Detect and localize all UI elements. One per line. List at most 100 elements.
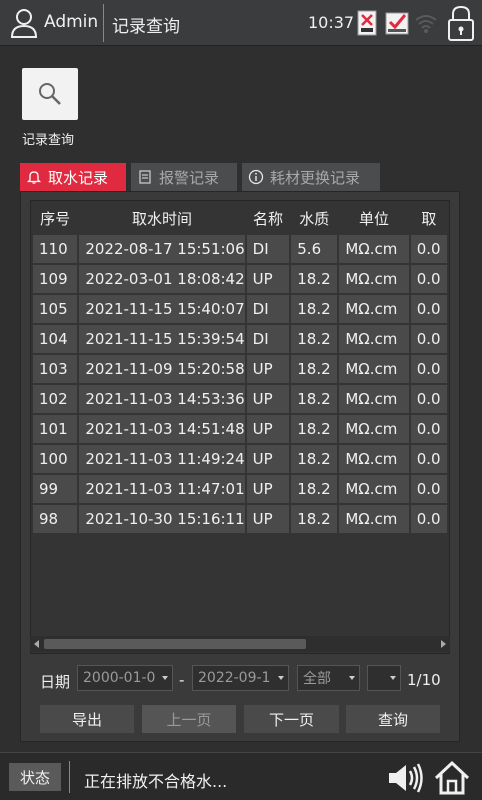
table-cell: MΩ.cm [339,505,409,533]
table-cell: 2022-08-17 15:51:06 [79,235,245,263]
end-date-value: 2022-09-1 [198,670,271,686]
user-name[interactable]: Admin [44,12,98,32]
tab-water-records[interactable]: 取水记录 [20,163,126,191]
scroll-left-icon[interactable] [34,640,39,648]
lock-icon[interactable] [446,4,476,42]
user-icon[interactable] [10,8,38,38]
chevron-down-icon [349,676,355,680]
chevron-down-icon [162,676,168,680]
table-cell: MΩ.cm [339,235,409,263]
table-cell: UP [246,265,290,293]
tab-label: 取水记录 [48,168,109,187]
start-date-value: 2000-01-0 [83,670,156,686]
table-cell: MΩ.cm [339,325,409,353]
table-row[interactable]: 99 2021-11-03 11:47:01 UP 18.2 MΩ.cm 0.0 [33,475,447,503]
table-cell: DI [246,295,290,323]
end-date-select[interactable]: 2022-09-1 [192,665,289,691]
search-icon [39,83,61,105]
status-bar: 状态 正在排放不合格水... [0,752,482,800]
column-header-name[interactable]: 名称 [246,203,290,233]
table-cell: 18.2 [291,475,338,503]
clock: 10:37 [308,13,355,32]
table-cell: 0.0 [410,415,447,443]
column-header-time[interactable]: 取水时间 [79,203,245,233]
table-cell: UP [246,385,290,413]
tab-label: 报警记录 [159,168,220,187]
record-query-label: 记录查询 [22,133,75,148]
table-cell: 100 [33,445,78,473]
table-cell: 104 [33,325,78,353]
prev-page-button[interactable]: 上一页 [141,704,237,734]
table-cell: MΩ.cm [339,385,409,413]
table-row[interactable]: 98 2021-10-30 15:16:11 UP 18.2 MΩ.cm 0.0 [33,505,447,533]
scrollbar-thumb[interactable] [44,639,306,649]
table-cell: UP [246,445,290,473]
info-icon [248,169,264,185]
type-select[interactable]: 全部 [297,665,360,691]
table-cell: 109 [33,265,78,293]
table-cell: MΩ.cm [339,265,409,293]
table-row[interactable]: 103 2021-11-09 15:20:58 UP 18.2 MΩ.cm 0.0 [33,355,447,383]
table-cell: 101 [33,415,78,443]
table-row[interactable]: 104 2021-11-15 15:39:54 DI 18.2 MΩ.cm 0.0 [33,325,447,353]
column-header-quality[interactable]: 水质 [291,203,338,233]
scroll-right-icon[interactable] [441,640,446,648]
table-cell: DI [246,235,290,263]
table-row[interactable]: 105 2021-11-15 15:40:07 DI 18.2 MΩ.cm 0.0 [33,295,447,323]
table-cell: UP [246,355,290,383]
table-cell: 2021-11-15 15:40:07 [79,295,245,323]
table-cell: 98 [33,505,78,533]
table-cell: 2021-11-03 11:47:01 [79,475,245,503]
table-row[interactable]: 109 2022-03-01 18:08:42 UP 18.2 MΩ.cm 0.0 [33,265,447,293]
table-cell: 18.2 [291,295,338,323]
divider [103,4,104,42]
tab-alarm-records[interactable]: 报警记录 [131,163,237,191]
record-query-button[interactable] [22,68,78,120]
type-value: 全部 [303,671,331,687]
start-date-select[interactable]: 2000-01-0 [77,665,173,691]
export-button[interactable]: 导出 [39,704,135,734]
table-row[interactable]: 110 2022-08-17 15:51:06 DI 5.6 MΩ.cm 0.0 [33,235,447,263]
table-cell: UP [246,475,290,503]
table-cell: DI [246,325,290,353]
table-row[interactable]: 102 2021-11-03 14:53:36 UP 18.2 MΩ.cm 0.0 [33,385,447,413]
device-error-icon [357,10,377,36]
date-label: 日期 [40,673,71,691]
column-header-volume[interactable]: 取 [410,203,447,233]
next-page-button[interactable]: 下一页 [243,704,340,734]
table-cell: 2021-10-30 15:16:11 [79,505,245,533]
check-status-icon [385,12,409,35]
speaker-icon[interactable] [386,761,424,795]
home-icon[interactable] [432,759,472,797]
column-header-index[interactable]: 序号 [33,203,78,233]
horizontal-scrollbar[interactable] [30,636,450,652]
page-title: 记录查询 [112,17,180,37]
query-button[interactable]: 查询 [345,704,441,734]
table-cell: 2022-03-01 18:08:42 [79,265,245,293]
table-cell: MΩ.cm [339,445,409,473]
table-cell: 18.2 [291,265,338,293]
table-cell: 103 [33,355,78,383]
table-cell: 18.2 [291,355,338,383]
table-cell: 99 [33,475,78,503]
table-cell: MΩ.cm [339,355,409,383]
page-select[interactable] [367,665,401,691]
table-cell: UP [246,505,290,533]
tab-label: 耗材更换记录 [270,168,361,187]
table-cell: MΩ.cm [339,295,409,323]
table-cell: MΩ.cm [339,415,409,443]
table-row[interactable]: 101 2021-11-03 14:51:48 UP 18.2 MΩ.cm 0.0 [33,415,447,443]
table-cell: 0.0 [410,385,447,413]
table-cell: 0.0 [410,295,447,323]
table-cell: 18.2 [291,445,338,473]
column-header-unit[interactable]: 单位 [339,203,409,233]
wifi-icon [415,15,437,33]
table-row[interactable]: 100 2021-11-03 11:49:24 UP 18.2 MΩ.cm 0.0 [33,445,447,473]
chevron-down-icon [278,676,284,680]
tab-consumable-records[interactable]: 耗材更换记录 [242,163,380,191]
table-cell: 5.6 [291,235,338,263]
table-cell: 2021-11-09 15:20:58 [79,355,245,383]
records-table-container[interactable]: 序号 取水时间 名称 水质 单位 取 110 2022-08-17 15:51:0… [30,200,450,654]
table-cell: MΩ.cm [339,475,409,503]
status-button[interactable]: 状态 [9,763,61,791]
